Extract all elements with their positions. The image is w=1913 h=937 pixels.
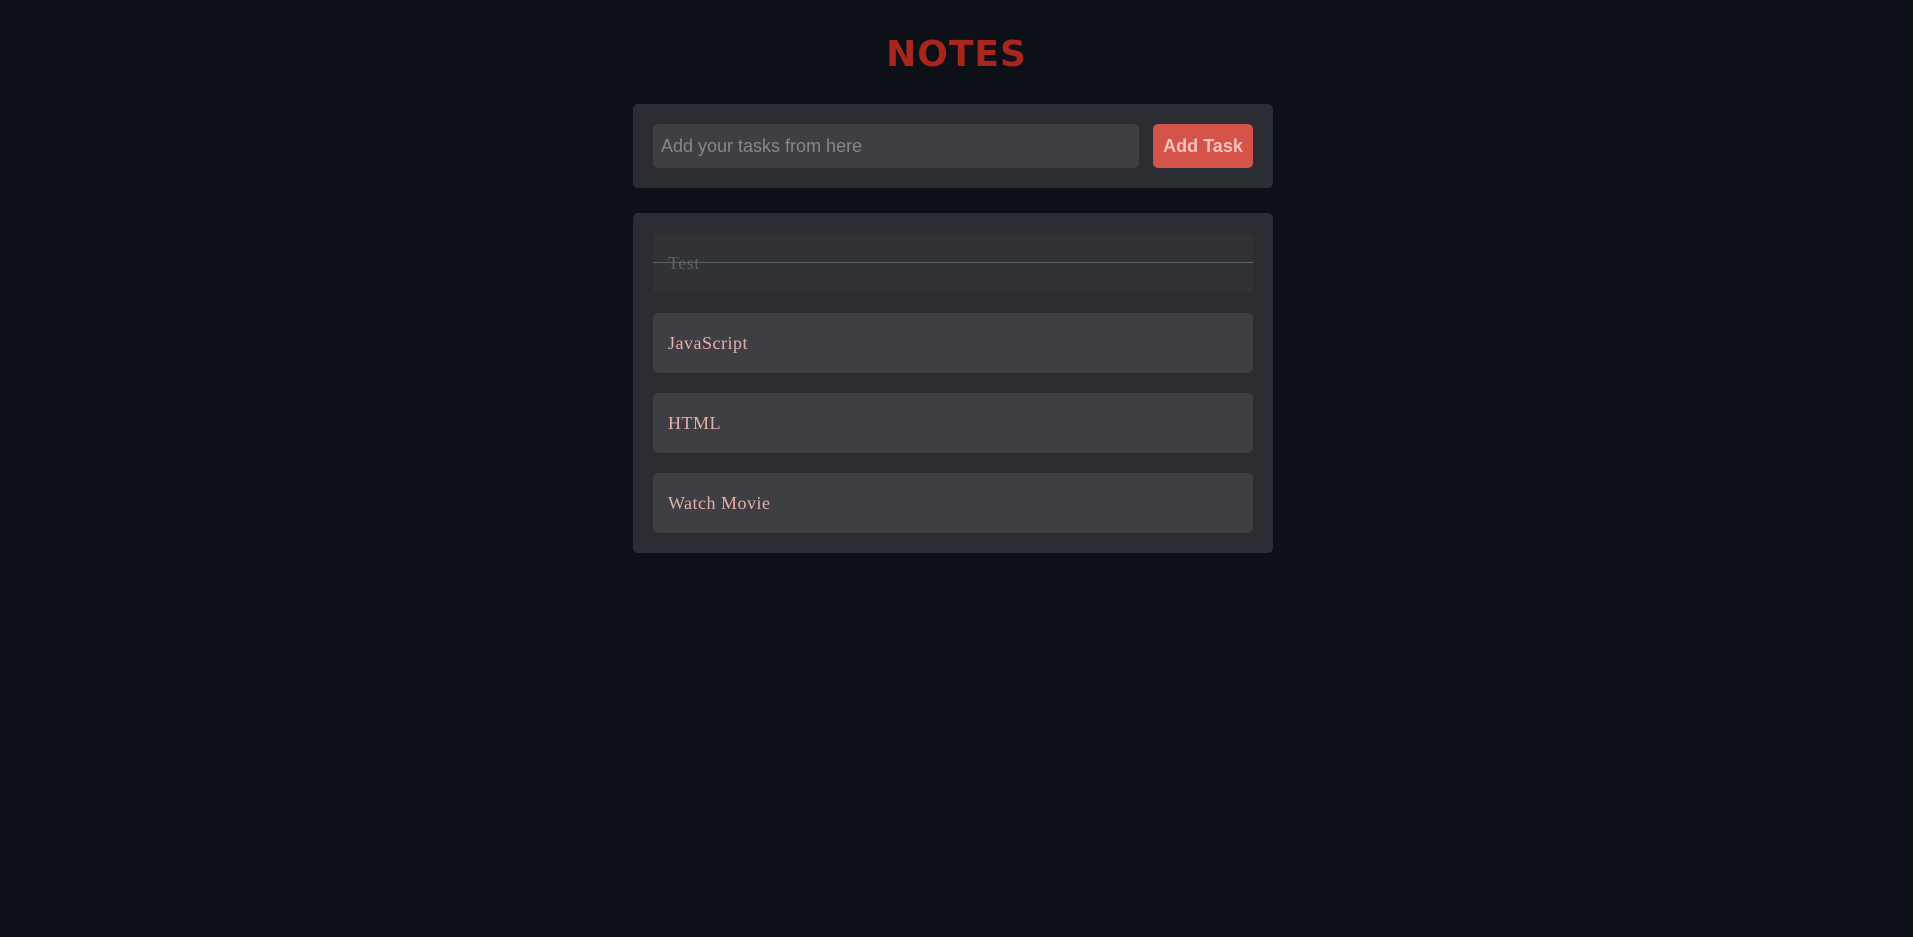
add-task-button[interactable]: Add Task xyxy=(1153,124,1253,168)
task-item-test[interactable]: Test xyxy=(653,233,1253,293)
task-item-label: Test xyxy=(668,253,700,273)
task-list: Test JavaScript HTML Watch Movie xyxy=(633,213,1273,553)
task-item-watch-movie[interactable]: Watch Movie xyxy=(653,473,1253,533)
page-title: NOTES xyxy=(886,34,1027,75)
task-item-javascript[interactable]: JavaScript xyxy=(653,313,1253,373)
strikethrough-line xyxy=(653,262,1253,263)
task-item-label: Watch Movie xyxy=(668,493,771,513)
task-item-label: JavaScript xyxy=(668,333,748,353)
task-item-label: HTML xyxy=(668,413,721,433)
task-input[interactable] xyxy=(653,124,1139,168)
task-item-html[interactable]: HTML xyxy=(653,393,1253,453)
add-task-card: Add Task xyxy=(633,104,1273,188)
